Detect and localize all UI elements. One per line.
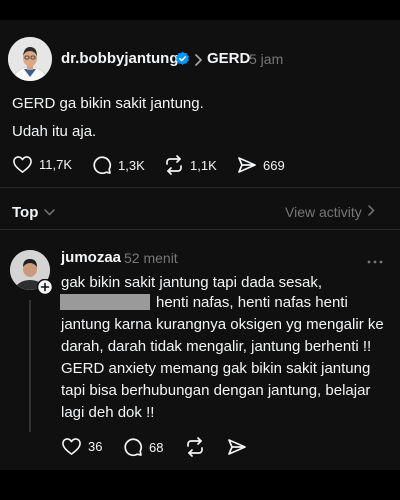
reply-author-name[interactable]: jumozaa [61,249,121,266]
reply-text-line5: GERD anxiety memang gak bikin sakit jant… [61,360,371,377]
view-activity-label: View activity [285,204,362,220]
divider [0,229,400,230]
ellipsis-icon[interactable] [367,252,383,270]
sort-dropdown[interactable]: Top [12,203,56,221]
post-timestamp: 5 jam [249,51,284,67]
chevron-down-icon [44,203,56,221]
chevron-right-icon [368,203,375,221]
send-icon [237,155,257,175]
community-tag[interactable]: GERD [207,50,250,67]
thread-line [29,300,31,432]
heart-icon [61,437,82,456]
speech-bubble-icon [123,437,143,457]
redacted-block [60,294,150,310]
reply-timestamp: 52 menit [124,250,178,266]
post-text-line1: GERD ga bikin sakit jantung. [12,95,204,112]
reply-text-line1: gak bikin sakit jantung tapi dada sesak, [61,274,322,291]
reply-like-button[interactable]: 36 [61,437,102,456]
author-avatar[interactable] [8,37,52,81]
repost-icon [164,155,184,175]
reply-text-line4: darah, darah tidak mengalir, jantung ber… [61,338,372,355]
post-author-name[interactable]: dr.bobbyjantung [61,50,179,67]
share-button[interactable]: 669 [237,155,285,175]
share-count: 669 [263,157,285,173]
view-activity-link[interactable]: View activity [285,203,375,221]
heart-icon [12,155,33,174]
like-count: 11,7K [39,157,73,172]
reply-share-button[interactable] [227,437,247,457]
repost-icon [185,437,205,457]
chevron-right-icon [194,53,203,71]
reply-repost-button[interactable] [185,437,205,457]
reply-text-line2: henti nafas, henti nafas henti [156,294,348,311]
reply-like-count: 36 [88,439,103,454]
repost-button[interactable]: 1,1K [164,155,217,175]
divider [0,187,400,188]
reply-text-line6: tapi bisa berhubungan dengan jantung, be… [61,382,371,399]
reply-text-line3: jantung karna kurangnya oksigen yg menga… [61,316,384,333]
thread-view: dr.bobbyjantung GERD 5 jam GERD ga bikin… [0,20,400,470]
comment-button[interactable]: 1,3K [92,155,145,175]
verified-badge-icon [175,51,190,66]
repost-count: 1,1K [190,157,217,173]
comment-count: 1,3K [118,157,145,173]
sort-label: Top [12,203,39,221]
follow-plus-icon[interactable] [36,278,54,296]
reply-comment-count: 68 [149,439,164,455]
send-icon [227,437,247,457]
post-text-line2: Udah itu aja. [12,123,97,140]
reply-text-line7: lagi deh dok !! [61,404,155,421]
reply-comment-button[interactable]: 68 [123,437,163,457]
speech-bubble-icon [92,155,112,175]
like-button[interactable]: 11,7K [12,155,72,174]
